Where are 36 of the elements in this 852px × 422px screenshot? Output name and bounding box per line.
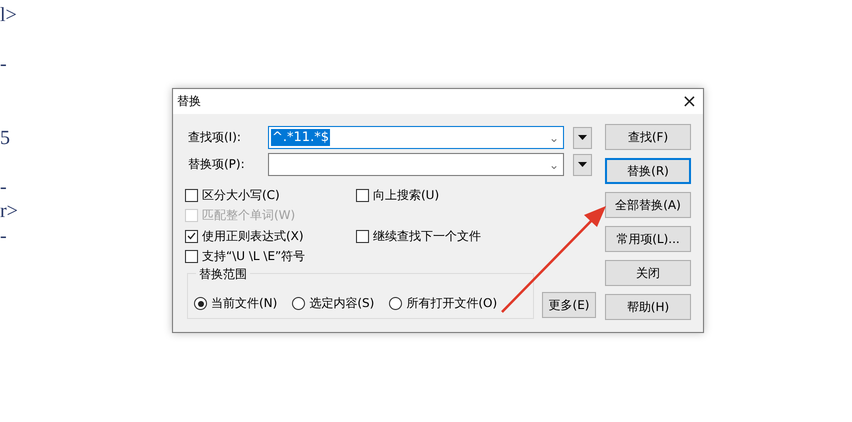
field-label: 查找项(I): [187, 129, 242, 146]
code-text: - [0, 176, 7, 198]
triangle-icon [578, 162, 587, 167]
dialog-button[interactable]: 关闭 [605, 260, 691, 286]
code-text: r> [0, 200, 18, 222]
chevron-icon: ⌄ [548, 130, 559, 144]
radio-option[interactable]: 所有打开文件(O) [389, 295, 498, 312]
check-icon [187, 232, 196, 240]
dialog-button[interactable]: 帮助(H) [605, 294, 691, 320]
checkbox-option[interactable]: 区分大小写(C) [185, 185, 356, 206]
group-title: 替换范围 [196, 266, 250, 283]
triangle-icon [578, 135, 587, 140]
code-text: - [0, 224, 7, 246]
dialog-button[interactable]: 常用项(L)... [605, 226, 691, 252]
checkbox-option[interactable]: 使用正则表达式(X) [185, 226, 356, 246]
code-text: l> [0, 4, 17, 26]
checkbox-option[interactable]: 向上搜索(U) [356, 185, 556, 206]
more-button[interactable]: 更多(E) [542, 292, 596, 318]
code-text: - [0, 53, 7, 75]
dropdown-button[interactable] [573, 126, 592, 148]
combo-field[interactable]: ⌄ [268, 153, 564, 176]
checkbox-option: 匹配整个单词(W) [185, 206, 356, 226]
dropdown-button[interactable] [573, 154, 592, 176]
field-label: 替换项(P): [187, 156, 246, 173]
combo-field[interactable]: ^.*11.*$ ⌄ [268, 126, 564, 149]
window-title: 替换 [177, 93, 201, 110]
dialog-button[interactable]: 全部替换(A) [605, 192, 691, 218]
chevron-icon: ⌄ [548, 158, 559, 172]
dialog-button[interactable]: 替换(R) [605, 158, 691, 184]
radio-option[interactable]: 当前文件(N) [194, 295, 278, 312]
checkbox-option[interactable]: 支持“\U \L \E”符号 [185, 246, 356, 267]
close-button[interactable]: × [682, 92, 697, 110]
checkbox-option[interactable]: 继续查找下一个文件 [356, 226, 556, 246]
code-text: 5 [0, 126, 10, 148]
dialog-button[interactable]: 查找(F) [605, 124, 691, 150]
radio-option[interactable]: 选定内容(S) [292, 295, 374, 312]
